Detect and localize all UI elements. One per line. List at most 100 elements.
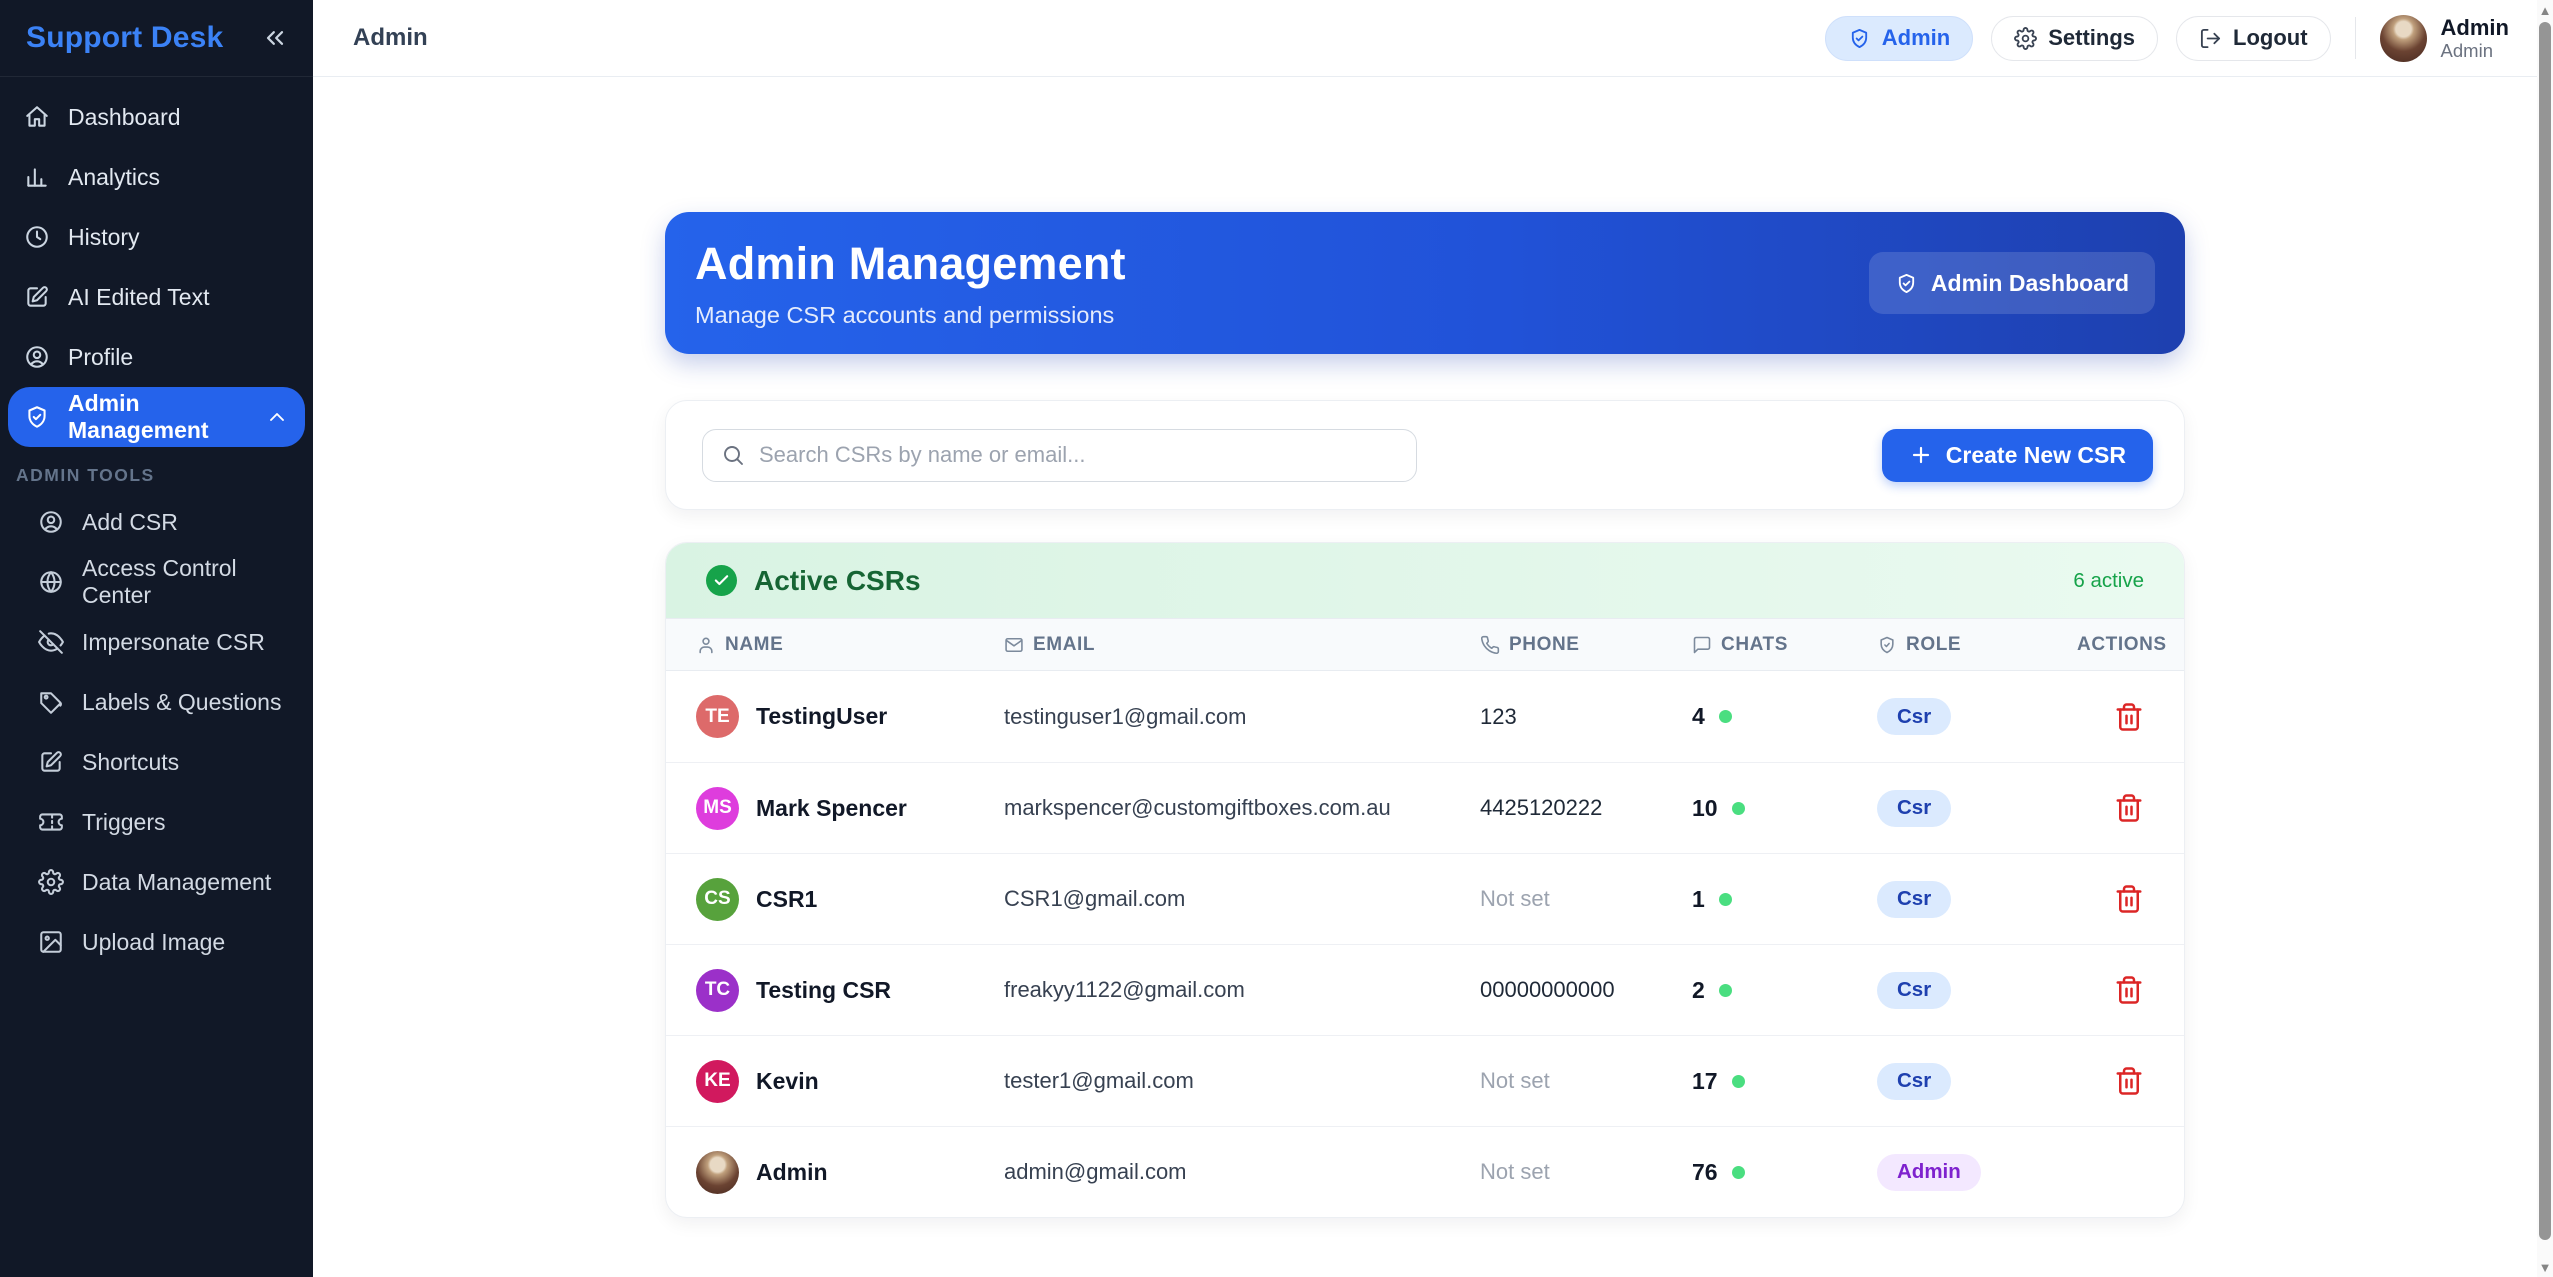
scrollbar-up-arrow[interactable]: ▲ [2537,2,2553,18]
csr-row-csr1: CSCSR1CSR1@gmail.comNot set1Csr [666,853,2184,944]
home-icon [24,104,50,130]
csr-phone: Not set [1480,1159,1692,1185]
user-menu[interactable]: Admin Admin [2380,15,2509,62]
avatar: TE [696,695,739,738]
csr-email: markspencer@customgiftboxes.com.au [1004,795,1480,821]
csr-chats: 76 [1692,1159,1877,1186]
vertical-scrollbar[interactable]: ▲ ▼ [2537,0,2553,1277]
scrollbar-down-arrow[interactable]: ▼ [2537,1259,2553,1275]
csr-phone: 4425120222 [1480,795,1692,821]
sidebar-admin-tools: Add CSR Access Control CenterImpersonate … [0,492,313,972]
sidebar-tool-upload-image[interactable]: Upload Image [8,912,305,972]
role-badge: Csr [1877,790,1951,827]
search-box [702,429,1417,482]
sidebar-item-analytics[interactable]: Analytics [8,147,305,207]
sidebar-item-profile[interactable]: Profile [8,327,305,387]
active-count-badge: 6 active [2073,569,2144,593]
sidebar-tool-triggers[interactable]: Triggers [8,792,305,852]
csr-chats: 4 [1692,703,1877,730]
sidebar-collapse-icon[interactable] [261,24,289,52]
table-body: TE TestingUser testinguser1@gmail.com1234 C… [666,671,2184,1217]
sidebar-tool-labels-questions[interactable]: Labels & Questions [8,672,305,732]
role-badge: Csr [1877,881,1951,918]
chats-count: 17 [1692,1068,1718,1095]
sidebar-item-label: AI Edited Text [68,284,210,311]
trash-icon [2114,884,2144,914]
chat-icon [1692,635,1712,655]
csr-email: testinguser1@gmail.com [1004,704,1480,730]
delete-csr-button[interactable] [2110,789,2148,827]
csr-phone: 00000000000 [1480,977,1692,1003]
table-column-header: NAMEEMAILPHONECHATSROLEACTIONS [666,618,2184,671]
chart-icon [24,164,50,190]
column-header-label: CHATS [1721,634,1788,656]
csr-email: freakyy1122@gmail.com [1004,977,1480,1003]
online-status-dot [1719,710,1732,723]
csr-chats: 10 [1692,795,1877,822]
banner-subtitle: Manage CSR accounts and permissions [695,302,1126,329]
sidebar-tool-label: Add CSR [82,509,178,536]
delete-csr-button[interactable] [2110,1062,2148,1100]
scrollbar-thumb[interactable] [2539,22,2551,1240]
csr-phone: 123 [1480,704,1692,730]
column-header-name: NAME [696,634,1004,656]
sidebar-tool-label: Labels & Questions [82,689,281,716]
ticket-icon [38,809,64,835]
chats-count: 2 [1692,977,1705,1004]
column-header-label: NAME [725,634,783,656]
sidebar-tool-impersonate-csr[interactable]: Impersonate CSR [8,612,305,672]
csr-phone: Not set [1480,886,1692,912]
sidebar-tool-access-control-center[interactable]: Access Control Center [8,552,305,612]
csr-row-admin: Adminadmin@gmail.comNot set76Admin [666,1126,2184,1217]
logout-button[interactable]: Logout [2176,16,2331,61]
shield-check-icon [1895,272,1918,295]
csr-email: admin@gmail.com [1004,1159,1480,1185]
csr-name: CSR1 [756,886,817,913]
user-name: Admin [2441,15,2509,40]
csr-row-testinguser: TETestingUsertestinguser1@gmail.com1234C… [666,671,2184,762]
sidebar-item-dashboard[interactable]: Dashboard [8,87,305,147]
clock-icon [24,224,50,250]
active-csrs-title: Active CSRs [754,565,921,597]
column-header-label: EMAIL [1033,634,1095,656]
admin-management-banner: Admin Management Manage CSR accounts and… [665,212,2185,354]
trash-icon [2114,1066,2144,1096]
csr-row-mark-spencer: MSMark Spencermarkspencer@customgiftboxe… [666,762,2184,853]
sidebar-tool-shortcuts[interactable]: Shortcuts [8,732,305,792]
column-header-role: ROLE [1877,634,2077,656]
sidebar-tool-label: Shortcuts [82,749,179,776]
sidebar-item-admin-management[interactable]: Admin Management [8,387,305,447]
csr-row-kevin: KEKevintester1@gmail.comNot set17Csr [666,1035,2184,1126]
logout-icon [2199,27,2222,50]
settings-button[interactable]: Settings [1991,16,2158,61]
column-header-email: EMAIL [1004,634,1480,656]
banner-title: Admin Management [695,238,1126,290]
edit-icon [38,749,64,775]
sidebar-item-history[interactable]: History [8,207,305,267]
sidebar-header: Support Desk [0,0,313,77]
sidebar-item-label: Profile [68,344,133,371]
role-badge: Admin [1877,1154,1981,1191]
delete-csr-button[interactable] [2110,698,2148,736]
sidebar-tool-add-csr[interactable]: Add CSR [8,492,305,552]
active-csrs-header: Active CSRs 6 active [666,543,2184,618]
search-input[interactable] [759,442,1398,468]
csr-name: TestingUser [756,703,887,730]
sidebar-item-label: Analytics [68,164,160,191]
chats-count: 1 [1692,886,1705,913]
admin-dashboard-button[interactable]: Admin Dashboard [1869,252,2155,314]
app-logo: Support Desk [26,21,223,55]
csr-phone: Not set [1480,1068,1692,1094]
create-new-csr-button[interactable]: Create New CSR [1882,429,2153,482]
delete-csr-button[interactable] [2110,971,2148,1009]
sidebar-tool-label: Data Management [82,869,271,896]
sidebar-item-ai-edited-text[interactable]: AI Edited Text [8,267,305,327]
admin-badge[interactable]: Admin [1825,16,1973,61]
sidebar-tool-data-management[interactable]: Data Management [8,852,305,912]
user-circle-icon [24,344,50,370]
admin-tools-section-label: ADMIN TOOLS [16,465,313,486]
delete-csr-button[interactable] [2110,880,2148,918]
globe-icon [38,569,64,595]
trash-icon [2114,702,2144,732]
shield-icon [1877,635,1897,655]
